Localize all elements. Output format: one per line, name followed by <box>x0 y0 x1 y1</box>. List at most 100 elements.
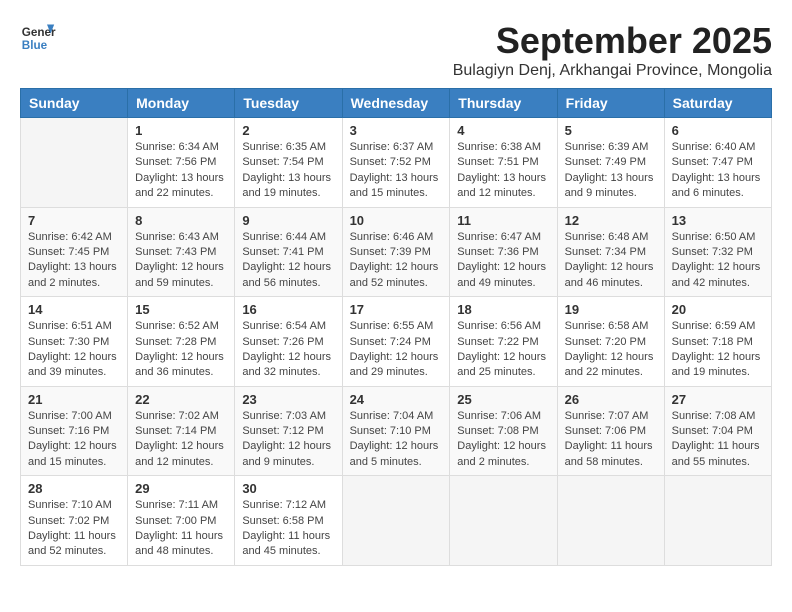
calendar-cell <box>664 476 771 566</box>
day-info: Sunrise: 7:10 AM Sunset: 7:02 PM Dayligh… <box>28 498 120 560</box>
day-number: 13 <box>672 213 764 228</box>
day-number: 2 <box>242 123 334 138</box>
day-info: Sunrise: 6:55 AM Sunset: 7:24 PM Dayligh… <box>350 319 443 381</box>
day-number: 18 <box>457 302 549 317</box>
day-info: Sunrise: 6:46 AM Sunset: 7:39 PM Dayligh… <box>350 230 443 292</box>
day-info: Sunrise: 6:42 AM Sunset: 7:45 PM Dayligh… <box>28 230 120 292</box>
calendar-week-row: 1 Sunrise: 6:34 AM Sunset: 7:56 PM Daylig… <box>21 118 772 208</box>
calendar-cell: 19 Sunrise: 6:58 AM Sunset: 7:20 PM Dayli… <box>557 297 664 387</box>
calendar-cell: 20 Sunrise: 6:59 AM Sunset: 7:18 PM Dayli… <box>664 297 771 387</box>
day-number: 6 <box>672 123 764 138</box>
weekday-header-saturday: Saturday <box>664 89 771 118</box>
calendar-cell: 23Sunrise: 7:03 AM Sunset: 7:12 PM Dayli… <box>235 386 342 476</box>
day-info: Sunrise: 6:34 AM Sunset: 7:56 PM Dayligh… <box>135 140 227 202</box>
day-info: Sunrise: 6:43 AM Sunset: 7:43 PM Dayligh… <box>135 230 227 292</box>
day-info: Sunrise: 6:50 AM Sunset: 7:32 PM Dayligh… <box>672 230 764 292</box>
day-number: 20 <box>672 302 764 317</box>
day-info: Sunrise: 6:59 AM Sunset: 7:18 PM Dayligh… <box>672 319 764 381</box>
day-info: Sunrise: 6:44 AM Sunset: 7:41 PM Dayligh… <box>242 230 334 292</box>
day-number: 29 <box>135 481 227 496</box>
calendar-cell: 18 Sunrise: 6:56 AM Sunset: 7:22 PM Dayli… <box>450 297 557 387</box>
day-number: 12 <box>565 213 657 228</box>
calendar-cell: 9 Sunrise: 6:44 AM Sunset: 7:41 PM Daylig… <box>235 207 342 297</box>
calendar-week-row: 21 Sunrise: 7:00 AM Sunset: 7:16 PM Dayli… <box>21 386 772 476</box>
day-info: Sunrise: 7:11 AM Sunset: 7:00 PM Dayligh… <box>135 498 227 560</box>
calendar-cell <box>557 476 664 566</box>
calendar-cell: 1 Sunrise: 6:34 AM Sunset: 7:56 PM Daylig… <box>128 118 235 208</box>
title-block: September 2025 Bulagiyn Denj, Arkhangai … <box>453 20 772 80</box>
calendar-cell: 13 Sunrise: 6:50 AM Sunset: 7:32 PM Dayli… <box>664 207 771 297</box>
logo-icon: General Blue <box>20 20 56 56</box>
day-number: 10 <box>350 213 443 228</box>
calendar-cell: 2Sunrise: 6:35 AM Sunset: 7:54 PM Daylig… <box>235 118 342 208</box>
day-info: Sunrise: 6:39 AM Sunset: 7:49 PM Dayligh… <box>565 140 657 202</box>
calendar-cell: 29 Sunrise: 7:11 AM Sunset: 7:00 PM Dayli… <box>128 476 235 566</box>
calendar-week-row: 14 Sunrise: 6:51 AM Sunset: 7:30 PM Dayli… <box>21 297 772 387</box>
day-number: 19 <box>565 302 657 317</box>
calendar-cell: 21 Sunrise: 7:00 AM Sunset: 7:16 PM Dayli… <box>21 386 128 476</box>
day-number: 16 <box>242 302 334 317</box>
calendar-cell: 27 Sunrise: 7:08 AM Sunset: 7:04 PM Dayli… <box>664 386 771 476</box>
day-info: Sunrise: 6:58 AM Sunset: 7:20 PM Dayligh… <box>565 319 657 381</box>
day-number: 8 <box>135 213 227 228</box>
day-number: 1 <box>135 123 227 138</box>
calendar-cell: 22 Sunrise: 7:02 AM Sunset: 7:14 PM Dayli… <box>128 386 235 476</box>
weekday-header-sunday: Sunday <box>21 89 128 118</box>
weekday-header-monday: Monday <box>128 89 235 118</box>
day-info: Sunrise: 7:00 AM Sunset: 7:16 PM Dayligh… <box>28 409 120 471</box>
day-number: 9 <box>242 213 334 228</box>
day-number: 26 <box>565 392 657 407</box>
calendar-cell <box>342 476 450 566</box>
day-number: 5 <box>565 123 657 138</box>
day-info: Sunrise: 7:04 AM Sunset: 7:10 PM Dayligh… <box>350 409 443 471</box>
day-number: 21 <box>28 392 120 407</box>
calendar-cell <box>21 118 128 208</box>
calendar-cell: 12Sunrise: 6:48 AM Sunset: 7:34 PM Dayli… <box>557 207 664 297</box>
calendar-cell: 30 Sunrise: 7:12 AM Sunset: 6:58 PM Dayli… <box>235 476 342 566</box>
weekday-header-friday: Friday <box>557 89 664 118</box>
day-number: 7 <box>28 213 120 228</box>
day-info: Sunrise: 7:08 AM Sunset: 7:04 PM Dayligh… <box>672 409 764 471</box>
calendar-cell <box>450 476 557 566</box>
calendar-cell: 25 Sunrise: 7:06 AM Sunset: 7:08 PM Dayli… <box>450 386 557 476</box>
day-info: Sunrise: 6:37 AM Sunset: 7:52 PM Dayligh… <box>350 140 443 202</box>
day-number: 17 <box>350 302 443 317</box>
calendar-cell: 7 Sunrise: 6:42 AM Sunset: 7:45 PM Daylig… <box>21 207 128 297</box>
day-info: Sunrise: 7:06 AM Sunset: 7:08 PM Dayligh… <box>457 409 549 471</box>
day-number: 30 <box>242 481 334 496</box>
location-title: Bulagiyn Denj, Arkhangai Province, Mongo… <box>453 62 772 80</box>
calendar-cell: 6 Sunrise: 6:40 AM Sunset: 7:47 PM Daylig… <box>664 118 771 208</box>
logo: General Blue <box>20 20 56 56</box>
day-info: Sunrise: 7:12 AM Sunset: 6:58 PM Dayligh… <box>242 498 334 560</box>
calendar-cell: 17 Sunrise: 6:55 AM Sunset: 7:24 PM Dayli… <box>342 297 450 387</box>
calendar-cell: 26 Sunrise: 7:07 AM Sunset: 7:06 PM Dayli… <box>557 386 664 476</box>
calendar-cell: 4Sunrise: 6:38 AM Sunset: 7:51 PM Daylig… <box>450 118 557 208</box>
day-number: 27 <box>672 392 764 407</box>
day-info: Sunrise: 6:40 AM Sunset: 7:47 PM Dayligh… <box>672 140 764 202</box>
svg-text:Blue: Blue <box>22 39 48 52</box>
day-info: Sunrise: 7:07 AM Sunset: 7:06 PM Dayligh… <box>565 409 657 471</box>
calendar-cell: 14 Sunrise: 6:51 AM Sunset: 7:30 PM Dayli… <box>21 297 128 387</box>
day-number: 28 <box>28 481 120 496</box>
day-info: Sunrise: 6:54 AM Sunset: 7:26 PM Dayligh… <box>242 319 334 381</box>
day-info: Sunrise: 6:56 AM Sunset: 7:22 PM Dayligh… <box>457 319 549 381</box>
day-number: 14 <box>28 302 120 317</box>
weekday-header-thursday: Thursday <box>450 89 557 118</box>
calendar-cell: 24 Sunrise: 7:04 AM Sunset: 7:10 PM Dayli… <box>342 386 450 476</box>
weekday-header-wednesday: Wednesday <box>342 89 450 118</box>
day-number: 11 <box>457 213 549 228</box>
calendar-cell: 28 Sunrise: 7:10 AM Sunset: 7:02 PM Dayli… <box>21 476 128 566</box>
day-number: 22 <box>135 392 227 407</box>
day-number: 15 <box>135 302 227 317</box>
day-info: Sunrise: 6:52 AM Sunset: 7:28 PM Dayligh… <box>135 319 227 381</box>
weekday-header-row: SundayMondayTuesdayWednesdayThursdayFrid… <box>21 89 772 118</box>
day-info: Sunrise: 7:02 AM Sunset: 7:14 PM Dayligh… <box>135 409 227 471</box>
day-number: 24 <box>350 392 443 407</box>
day-info: Sunrise: 6:51 AM Sunset: 7:30 PM Dayligh… <box>28 319 120 381</box>
page-header: General Blue September 2025 Bulagiyn Den… <box>20 20 772 80</box>
calendar-cell: 11Sunrise: 6:47 AM Sunset: 7:36 PM Dayli… <box>450 207 557 297</box>
day-number: 25 <box>457 392 549 407</box>
calendar-cell: 5 Sunrise: 6:39 AM Sunset: 7:49 PM Daylig… <box>557 118 664 208</box>
calendar-week-row: 28 Sunrise: 7:10 AM Sunset: 7:02 PM Dayli… <box>21 476 772 566</box>
calendar-cell: 3Sunrise: 6:37 AM Sunset: 7:52 PM Daylig… <box>342 118 450 208</box>
